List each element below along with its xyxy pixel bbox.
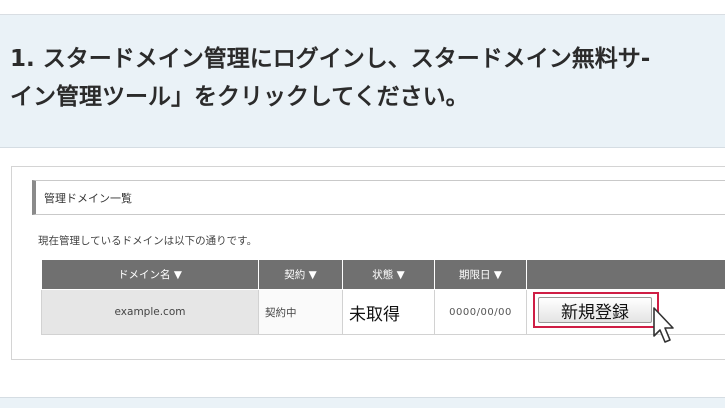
action-cell: 新規登録 xyxy=(527,290,725,335)
expire-cell: 0000/00/00 xyxy=(435,290,527,335)
panel-header: 管理ドメイン一覧 xyxy=(32,180,725,215)
column-header-action xyxy=(527,260,725,290)
register-button[interactable]: 新規登録 xyxy=(538,297,652,323)
table-header-row: ドメイン名 ▼ 契約 ▼ 状態 ▼ 期限日 ▼ xyxy=(42,260,725,290)
contract-cell: 契約中 xyxy=(259,290,343,335)
panel-description: 現在管理しているドメインは以下の通りです。 xyxy=(38,233,257,248)
column-header-expire[interactable]: 期限日 ▼ xyxy=(435,260,527,290)
step-title-line2: イン管理ツール」をクリックしてください。 xyxy=(10,78,725,116)
column-header-domain[interactable]: ドメイン名 ▼ xyxy=(42,260,259,290)
column-header-status[interactable]: 状態 ▼ xyxy=(343,260,435,290)
register-highlight: 新規登録 xyxy=(533,292,659,328)
domain-table: ドメイン名 ▼ 契約 ▼ 状態 ▼ 期限日 ▼ example.com 契約中 … xyxy=(41,259,725,335)
domain-cell: example.com xyxy=(42,290,259,335)
step-title-line1: 1. スタードメイン管理にログインし、スタードメイン無料サ- xyxy=(10,40,725,78)
table-row: example.com 契約中 未取得 0000/00/00 新規登録 xyxy=(42,290,725,335)
step-title: 1. スタードメイン管理にログインし、スタードメイン無料サ- イン管理ツール」を… xyxy=(10,40,725,116)
top-strip xyxy=(0,0,725,15)
mouse-pointer-icon xyxy=(650,306,678,346)
column-header-contract[interactable]: 契約 ▼ xyxy=(259,260,343,290)
next-step-strip xyxy=(0,397,725,408)
status-cell: 未取得 xyxy=(343,290,435,335)
screenshot-frame: 管理ドメイン一覧 現在管理しているドメインは以下の通りです。 ドメイン名 ▼ 契… xyxy=(11,166,725,360)
panel-title: 管理ドメイン一覧 xyxy=(44,190,132,206)
